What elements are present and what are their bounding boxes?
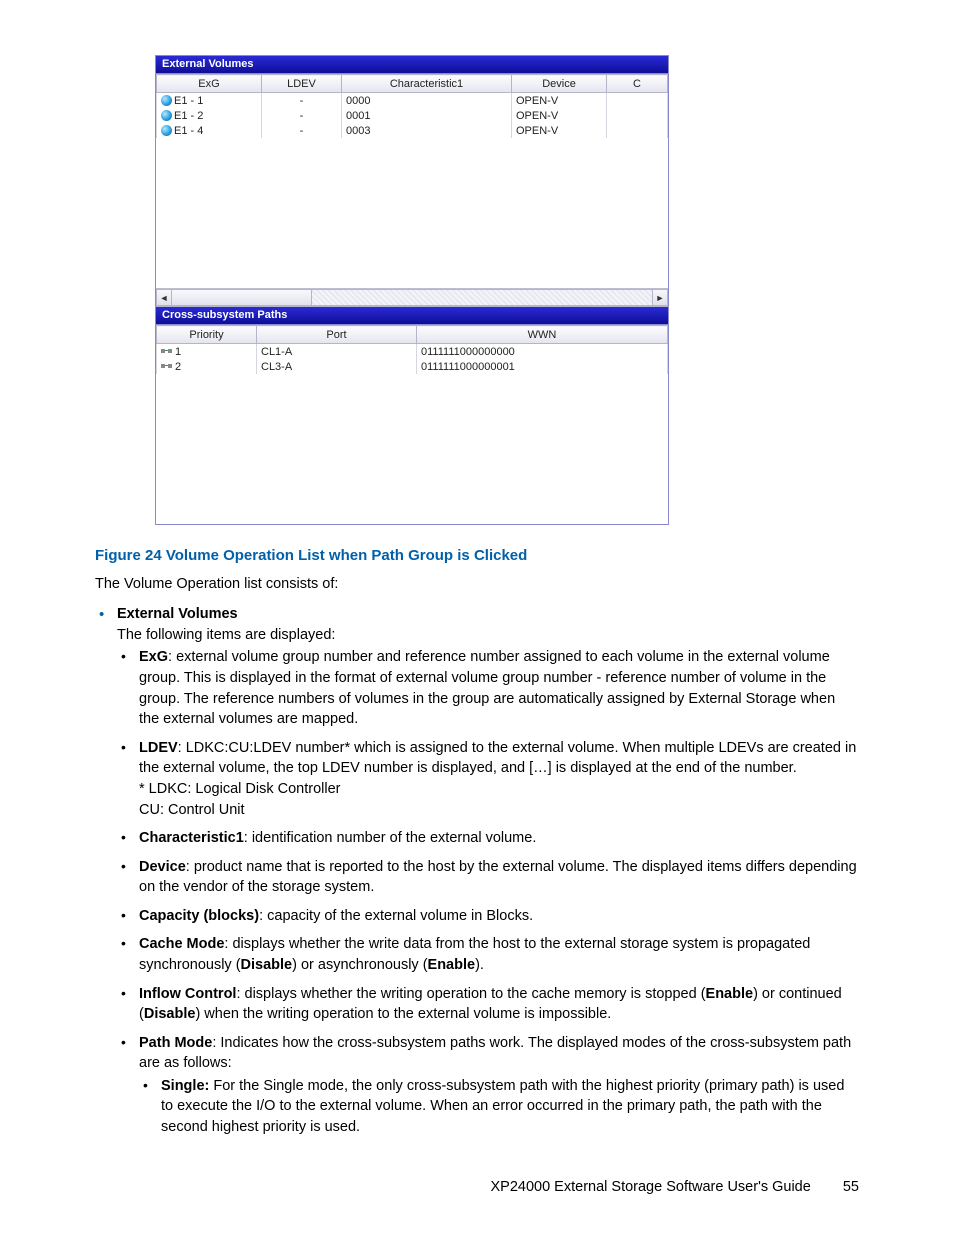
cell: 0111111000000001 (417, 359, 668, 374)
item-char1: Characteristic1: identification number o… (117, 828, 859, 849)
cell: - (262, 123, 342, 138)
external-volumes-header: External Volumes (156, 56, 668, 74)
item-title: External Volumes (117, 606, 238, 622)
cell: 0003 (342, 123, 512, 138)
external-volumes-table: ExG LDEV Characteristic1 Device C E1 - 1… (156, 74, 668, 138)
col-ldev[interactable]: LDEV (262, 75, 342, 93)
item-subtitle: The following items are displayed: (117, 627, 335, 643)
cross-paths-table: Priority Port WWN 1 CL1-A 01111110000000… (156, 325, 668, 374)
table-row[interactable]: 2 CL3-A 0111111000000001 (157, 359, 668, 374)
table-empty-space (156, 138, 668, 288)
item-capacity: Capacity (blocks): capacity of the exter… (117, 906, 859, 927)
col-wwn[interactable]: WWN (417, 326, 668, 344)
table-row[interactable]: E1 - 4 - 0003 OPEN-V (157, 123, 668, 138)
page-footer: XP24000 External Storage Software User's… (490, 1179, 859, 1195)
cell: E1 - 1 (174, 95, 203, 107)
cell (607, 93, 668, 109)
table-row[interactable]: E1 - 2 - 0001 OPEN-V (157, 108, 668, 123)
scroll-left-button[interactable]: ◄ (156, 289, 172, 306)
col-exg[interactable]: ExG (157, 75, 262, 93)
col-char1[interactable]: Characteristic1 (342, 75, 512, 93)
cell (607, 108, 668, 123)
cell: 0000 (342, 93, 512, 109)
item-path-mode-single: Single: For the Single mode, the only cr… (139, 1076, 859, 1138)
path-icon (161, 347, 172, 355)
cell: E1 - 2 (174, 110, 203, 122)
cell: 0001 (342, 108, 512, 123)
scroll-right-button[interactable]: ► (652, 289, 668, 306)
horizontal-scrollbar[interactable]: ◄ ► (156, 288, 668, 306)
cell: CL3-A (257, 359, 417, 374)
figure-caption: Figure 24 Volume Operation List when Pat… (95, 547, 859, 564)
col-port[interactable]: Port (257, 326, 417, 344)
col-priority[interactable]: Priority (157, 326, 257, 344)
screenshot-panel: External Volumes ExG LDEV Characteristic… (155, 55, 669, 525)
scroll-thumb[interactable] (172, 290, 312, 305)
cell: - (262, 108, 342, 123)
col-c[interactable]: C (607, 75, 668, 93)
cell: OPEN-V (512, 108, 607, 123)
item-path-mode: Path Mode: Indicates how the cross-subsy… (117, 1033, 859, 1138)
table-row[interactable]: E1 - 1 - 0000 OPEN-V (157, 93, 668, 109)
path-icon (161, 362, 172, 370)
cell: - (262, 93, 342, 109)
footer-title: XP24000 External Storage Software User's… (490, 1179, 810, 1195)
cell: E1 - 4 (174, 125, 203, 137)
intro-text: The Volume Operation list consists of: (95, 574, 859, 594)
item-exg: ExG: external volume group number and re… (117, 647, 859, 729)
cell: CL1-A (257, 344, 417, 360)
cross-paths-header: Cross-subsystem Paths (156, 307, 668, 325)
volume-icon (161, 95, 172, 106)
table-empty-space (156, 374, 668, 524)
item-cache-mode: Cache Mode: displays whether the write d… (117, 934, 859, 975)
item-ldev: LDEV: LDKC:CU:LDEV number* which is assi… (117, 738, 859, 820)
cell: 0111111000000000 (417, 344, 668, 360)
cell: OPEN-V (512, 123, 607, 138)
table-row[interactable]: 1 CL1-A 0111111000000000 (157, 344, 668, 360)
item-inflow-control: Inflow Control: displays whether the wri… (117, 984, 859, 1025)
volume-icon (161, 125, 172, 136)
cell: 2 (175, 361, 181, 373)
item-device: Device: product name that is reported to… (117, 857, 859, 898)
cell: OPEN-V (512, 93, 607, 109)
cell (607, 123, 668, 138)
scroll-track[interactable] (172, 289, 652, 306)
page-number: 55 (843, 1179, 859, 1195)
volume-icon (161, 110, 172, 121)
col-device[interactable]: Device (512, 75, 607, 93)
cell: 1 (175, 346, 181, 358)
item-external-volumes: External Volumes The following items are… (95, 604, 859, 1137)
